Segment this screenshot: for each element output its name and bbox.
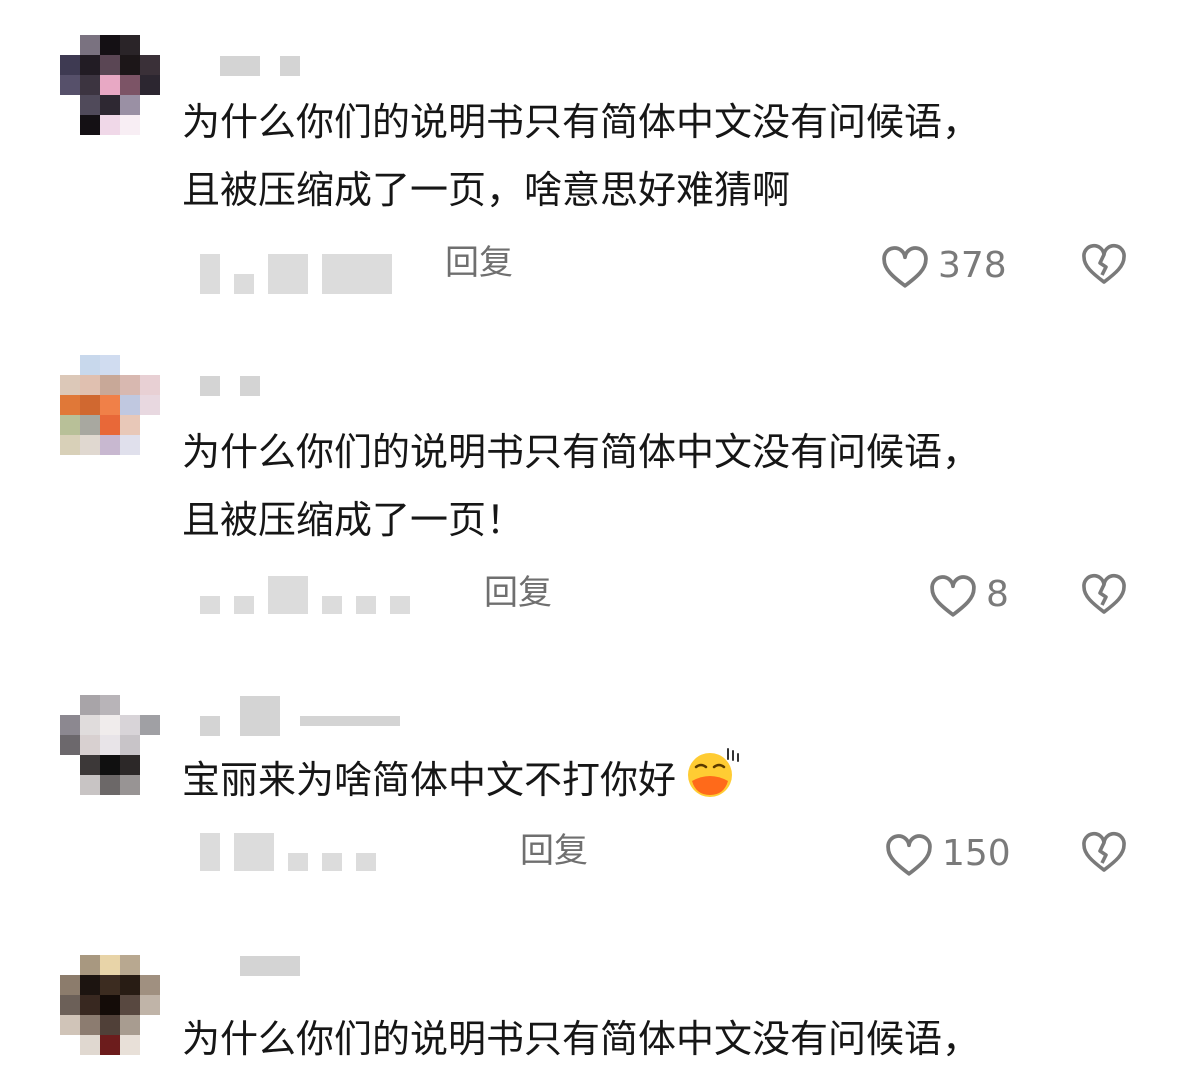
avatar[interactable]	[60, 955, 160, 1055]
like-count: 378	[938, 245, 1007, 286]
dislike-button[interactable]	[1080, 828, 1128, 878]
avatar[interactable]	[60, 695, 160, 795]
broken-heart-icon	[1082, 574, 1126, 614]
dislike-button[interactable]	[1080, 240, 1128, 290]
username-blurred[interactable]	[200, 696, 400, 736]
comment-text: 为什么你们的说明书只有简体中文没有问候语， 且被压缩成了一页！	[182, 430, 981, 542]
avatar[interactable]	[60, 35, 160, 135]
comment-meta-blurred	[200, 575, 410, 615]
comment-text: 为什么你们的说明书只有简体中文没有问候语，	[182, 1017, 981, 1061]
like-count: 8	[986, 574, 1009, 615]
comment-text: 为什么你们的说明书只有简体中文没有问候语， 且被压缩成了一页，啥意思好难猜啊	[182, 100, 981, 212]
comment-meta-blurred	[200, 254, 392, 294]
heart-outline-icon	[886, 834, 932, 876]
broken-heart-icon	[1082, 244, 1126, 284]
username-blurred[interactable]	[240, 956, 300, 976]
comment-meta-blurred	[200, 832, 376, 872]
like-button[interactable]: 150	[884, 831, 1011, 877]
like-count: 150	[942, 833, 1011, 874]
reply-button[interactable]: 回复	[445, 243, 513, 283]
like-button[interactable]: 378	[880, 243, 1007, 289]
comment-text: 宝丽来为啥简体中文不打你好	[182, 745, 1112, 820]
like-button[interactable]: 8	[928, 572, 1009, 618]
reply-button[interactable]: 回复	[484, 573, 552, 613]
username-blurred[interactable]	[200, 376, 260, 396]
dislike-button[interactable]	[1080, 570, 1128, 620]
username-blurred[interactable]	[220, 56, 300, 76]
reply-button[interactable]: 回复	[520, 831, 588, 871]
avatar[interactable]	[60, 355, 160, 455]
heart-outline-icon	[882, 246, 928, 288]
broken-heart-icon	[1082, 832, 1126, 872]
duck-face-emoji	[682, 745, 740, 820]
heart-outline-icon	[930, 575, 976, 617]
